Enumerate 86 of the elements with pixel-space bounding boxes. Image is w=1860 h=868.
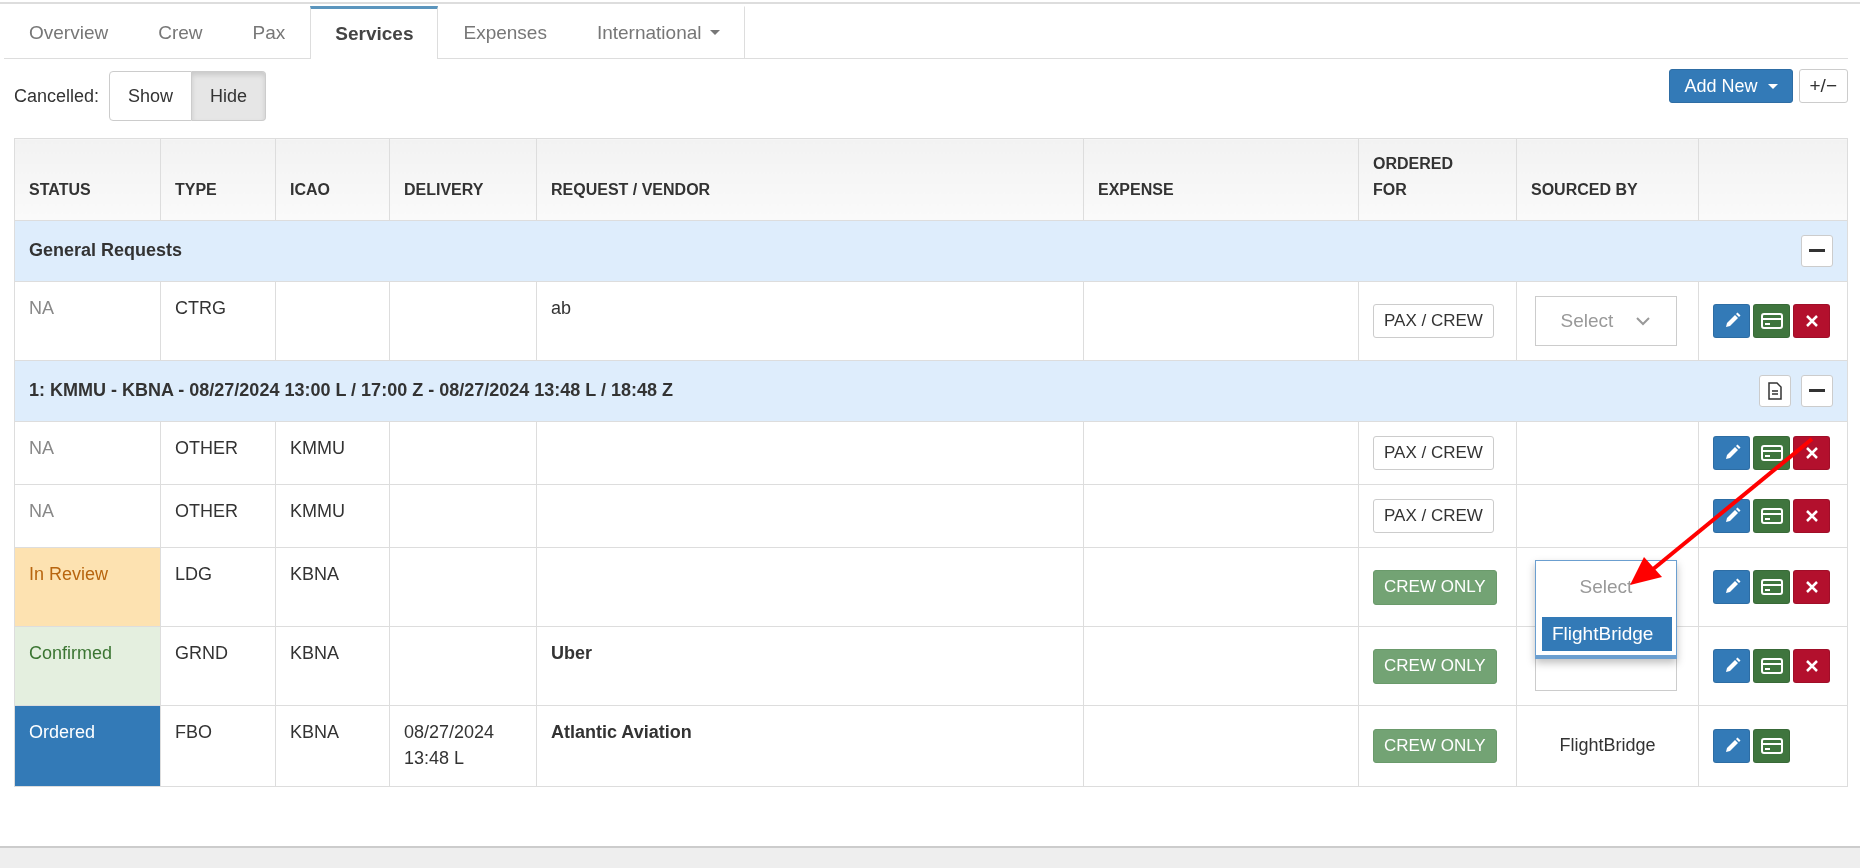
tab[interactable]: Pax: [227, 6, 311, 58]
tab[interactable]: International: [571, 6, 745, 58]
caret-icon: [1767, 83, 1778, 89]
table-cell: KBNA: [275, 626, 390, 706]
table-cell: FBO: [160, 705, 276, 787]
delete-button[interactable]: [1793, 649, 1830, 684]
table-cell: KBNA: [275, 547, 390, 627]
card-button[interactable]: [1753, 729, 1790, 763]
audience-tag: CREW ONLY: [1373, 570, 1497, 605]
audience-tag: PAX / CREW: [1373, 499, 1494, 534]
status-cell: In Review: [14, 547, 161, 627]
collapse-button[interactable]: [1801, 375, 1833, 408]
card-button[interactable]: [1753, 436, 1790, 471]
card-icon: [1760, 738, 1783, 754]
edit-button[interactable]: [1713, 729, 1750, 763]
add-new-button[interactable]: Add New: [1669, 69, 1793, 103]
status-cell: NA: [14, 421, 161, 485]
close-icon: [1804, 314, 1819, 329]
edit-button[interactable]: [1713, 649, 1750, 684]
minus-icon: [1809, 389, 1825, 394]
card-button[interactable]: [1753, 570, 1790, 605]
tab[interactable]: Overview: [4, 6, 134, 58]
close-icon: [1804, 446, 1819, 461]
card-icon: [1760, 508, 1783, 525]
tab[interactable]: Expenses: [438, 6, 572, 58]
table-cell: OTHER: [160, 421, 276, 485]
status-cell: Ordered: [14, 705, 161, 787]
tab[interactable]: Services: [310, 6, 439, 59]
edit-button[interactable]: [1713, 304, 1750, 339]
table-cell: KBNA: [275, 705, 390, 787]
card-button[interactable]: [1753, 649, 1790, 684]
table-cell: Uber: [536, 626, 1084, 706]
table-cell: ab: [536, 281, 1084, 361]
column-header: ICAO: [275, 138, 390, 221]
filter-label: Cancelled:: [14, 85, 100, 107]
edit-button[interactable]: [1713, 436, 1750, 471]
expand-collapse-button[interactable]: +/−: [1798, 69, 1848, 103]
close-icon: [1804, 580, 1819, 595]
card-button[interactable]: [1753, 499, 1790, 534]
table-cell: FlightBridge: [1516, 705, 1699, 787]
group-title: 1: KMMU - KBNA - 08/27/2024 13:00 L / 17:00 Z - 08/27/2024 13:48 L / 18:48 Z: [29, 379, 673, 403]
column-header: REQUEST / VENDOR: [536, 138, 1084, 221]
table-cell: GRND: [160, 626, 276, 706]
audience-tag: CREW ONLY: [1373, 728, 1497, 764]
delete-button[interactable]: [1793, 499, 1830, 534]
audience-tag: PAX / CREW: [1373, 436, 1494, 471]
select-field[interactable]: Select: [1535, 296, 1677, 347]
status-cell: NA: [14, 484, 161, 548]
toggle-option[interactable]: Hide: [192, 71, 267, 121]
column-header: DELIVERY: [389, 138, 537, 221]
table-cell: 08/27/2024 13:48 L: [389, 705, 537, 787]
document-icon: [1768, 382, 1782, 401]
close-icon: [1804, 509, 1819, 524]
card-button[interactable]: [1753, 304, 1790, 339]
toggle-option[interactable]: Show: [109, 71, 193, 121]
table-cell: LDG: [160, 547, 276, 627]
card-icon: [1760, 445, 1783, 462]
minus-icon: [1809, 249, 1825, 254]
close-icon: [1804, 659, 1819, 674]
column-header: EXPENSE: [1083, 138, 1359, 221]
status-cell: Confirmed: [14, 626, 161, 706]
tab[interactable]: Crew: [133, 6, 228, 58]
card-icon: [1760, 313, 1783, 330]
table-cell: CTRG: [160, 281, 276, 361]
table-cell: OTHER: [160, 484, 276, 548]
card-icon: [1760, 579, 1783, 596]
column-header: ORDERED FOR: [1358, 138, 1517, 221]
audience-tag: PAX / CREW: [1373, 304, 1494, 339]
audience-tag: CREW ONLY: [1373, 649, 1497, 684]
group-title: General Requests: [29, 239, 183, 263]
delete-button[interactable]: [1793, 304, 1830, 339]
delete-button[interactable]: [1793, 570, 1830, 605]
table-cell: KMMU: [275, 421, 390, 485]
edit-button[interactable]: [1713, 570, 1750, 605]
column-header: TYPE: [160, 138, 276, 221]
card-icon: [1760, 658, 1783, 675]
delete-button[interactable]: [1793, 436, 1830, 471]
collapse-button[interactable]: [1801, 235, 1833, 268]
column-header: SOURCED BY: [1516, 138, 1699, 221]
table-cell: KMMU: [275, 484, 390, 548]
document-button[interactable]: [1759, 375, 1791, 408]
column-header: STATUS: [14, 138, 161, 221]
dropdown-option[interactable]: FlightBridge: [1542, 617, 1672, 652]
table-cell: Atlantic Aviation: [536, 705, 1084, 787]
status-cell: NA: [14, 281, 161, 361]
chevron-down-icon: [1635, 316, 1652, 327]
